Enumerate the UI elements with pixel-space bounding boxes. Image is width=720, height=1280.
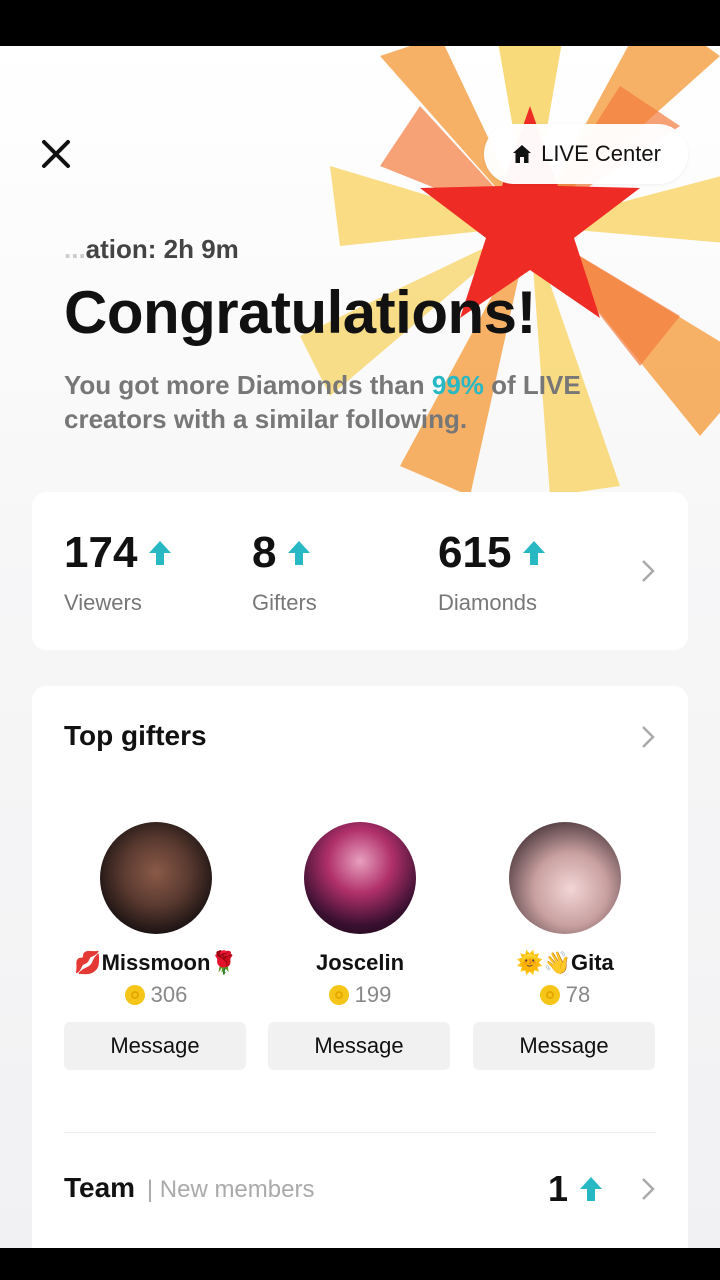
navigation-bar bbox=[0, 1248, 720, 1280]
message-button[interactable]: Message bbox=[64, 1022, 246, 1070]
status-bar bbox=[0, 0, 720, 46]
avatar[interactable] bbox=[100, 822, 212, 934]
avatar[interactable] bbox=[304, 822, 416, 934]
page-title: Congratulations! bbox=[64, 279, 536, 346]
coin-icon bbox=[539, 985, 560, 1005]
live-summary-screen: LIVE Center ...ation: 2h 9m Congratulati… bbox=[0, 46, 720, 1248]
team-new-members-count: 1 bbox=[548, 1168, 604, 1210]
gifter-item: Joscelin 199 Message bbox=[268, 822, 452, 1070]
chevron-right-icon[interactable] bbox=[638, 558, 658, 584]
summary-subtitle: You got more Diamonds than 99% of LIVE c… bbox=[64, 370, 581, 434]
close-icon[interactable] bbox=[36, 134, 76, 174]
arrow-up-icon bbox=[580, 1177, 602, 1201]
coin-icon bbox=[124, 985, 145, 1005]
divider bbox=[64, 1132, 656, 1133]
stat-viewers: 174 Viewers bbox=[64, 528, 173, 616]
chevron-right-icon[interactable] bbox=[638, 724, 658, 750]
stat-diamonds: 615 Diamonds bbox=[438, 528, 547, 616]
stat-gifters: 8 Gifters bbox=[252, 528, 317, 615]
gifter-item: 💋Missmoon🌹 306 Message bbox=[64, 822, 248, 1070]
percentile-value: 99% bbox=[431, 370, 484, 400]
arrow-up-icon bbox=[149, 541, 172, 565]
coin-icon bbox=[328, 985, 349, 1005]
message-button[interactable]: Message bbox=[473, 1022, 655, 1070]
arrow-up-icon bbox=[523, 541, 546, 565]
live-center-button[interactable]: LIVE Center bbox=[484, 124, 688, 184]
arrow-up-icon bbox=[288, 541, 311, 565]
stats-card[interactable]: 174 Viewers 8 Gifters 615 Diamonds bbox=[32, 492, 688, 650]
team-row[interactable]: Team | New members bbox=[64, 1172, 314, 1204]
live-duration: ...ation: 2h 9m bbox=[64, 234, 239, 264]
home-icon bbox=[513, 145, 532, 163]
message-button[interactable]: Message bbox=[268, 1022, 450, 1070]
avatar[interactable] bbox=[509, 822, 621, 934]
chevron-right-icon[interactable] bbox=[638, 1176, 658, 1202]
live-center-label: LIVE Center bbox=[541, 141, 661, 166]
top-gifters-title: Top gifters bbox=[64, 720, 207, 751]
gifter-item: 🌞👋Gita 78 Message bbox=[473, 822, 657, 1070]
top-gifters-card: Top gifters 💋Missmoon🌹 306 Message Josce… bbox=[32, 686, 688, 1248]
